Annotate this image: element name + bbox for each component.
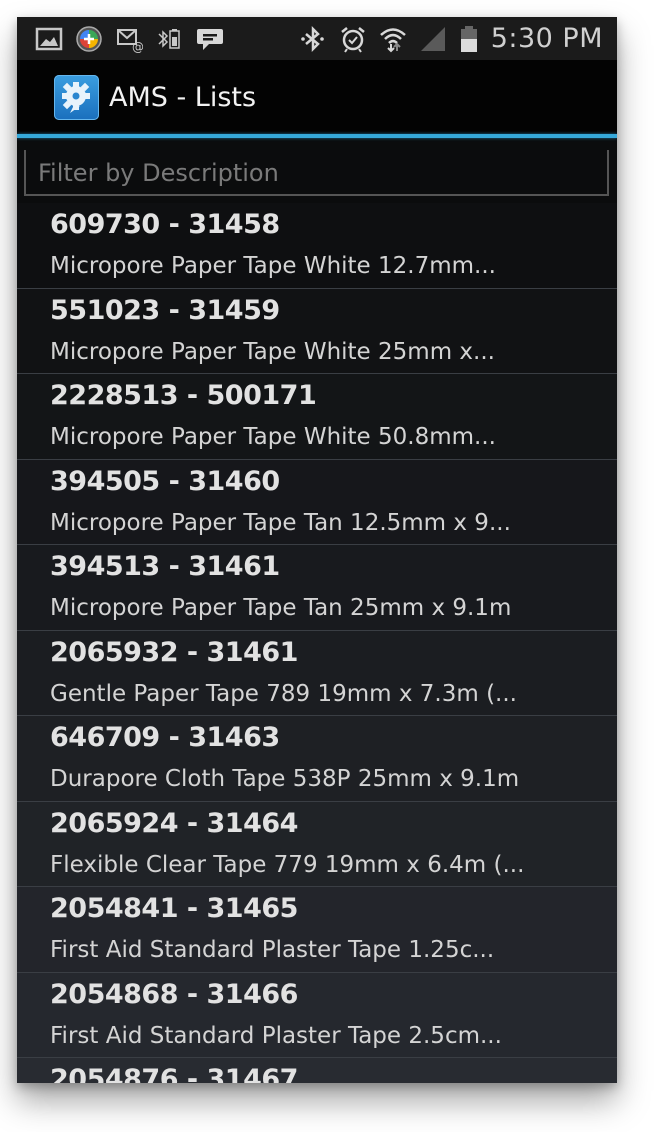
list-item[interactable]: 2054876 - 31467 bbox=[17, 1058, 617, 1083]
action-bar-divider bbox=[17, 134, 617, 138]
item-code: 2228513 - 500171 bbox=[50, 380, 317, 411]
item-code: 609730 - 31458 bbox=[50, 209, 280, 240]
list-item[interactable]: 2228513 - 500171 Micropore Paper Tape Whi… bbox=[17, 374, 617, 460]
item-description: Micropore Paper Tape White 12.7mm... bbox=[50, 253, 496, 279]
item-code: 646709 - 31463 bbox=[50, 722, 280, 753]
list-item[interactable]: 646709 - 31463 Durapore Cloth Tape 538P 2… bbox=[17, 716, 617, 802]
google-plus-icon bbox=[75, 25, 103, 53]
item-code: 2054868 - 31466 bbox=[50, 978, 298, 1010]
action-bar: AMS - Lists bbox=[17, 60, 617, 134]
item-code: 2054841 - 31465 bbox=[50, 893, 298, 924]
filter-field[interactable] bbox=[24, 150, 609, 196]
svg-text:@: @ bbox=[132, 40, 143, 53]
gallery-icon bbox=[35, 25, 63, 53]
list-item[interactable]: 551023 - 31459 Micropore Paper Tape White… bbox=[17, 288, 617, 374]
email-icon: @ bbox=[115, 25, 144, 54]
item-code: 394513 - 31461 bbox=[50, 551, 280, 582]
item-description: Gentle Paper Tape 789 19mm x 7.3m (... bbox=[50, 680, 517, 707]
item-code: 2054876 - 31467 bbox=[50, 1064, 298, 1083]
message-icon bbox=[195, 25, 223, 53]
filter-input[interactable] bbox=[26, 150, 607, 194]
list-item[interactable]: 2065924 - 31464 Flexible Clear Tape 779 1… bbox=[17, 801, 617, 887]
item-description: Flexible Clear Tape 779 19mm x 6.4m (... bbox=[50, 851, 525, 878]
bluetooth-battery-icon bbox=[155, 25, 183, 53]
list-item[interactable]: 2065932 - 31461 Gentle Paper Tape 789 19m… bbox=[17, 630, 617, 716]
wifi-icon bbox=[379, 25, 407, 53]
phone-screen: @ 5:30 PM AMS - Lists Filter by Descript… bbox=[17, 17, 617, 1083]
item-description: Micropore Paper Tape White 25mm x... bbox=[50, 338, 495, 365]
bluetooth-icon bbox=[299, 25, 327, 53]
alarm-icon bbox=[339, 25, 367, 53]
list-item[interactable]: 2054841 - 31465 First Aid Standard Plaste… bbox=[17, 887, 617, 973]
app-gear-icon[interactable] bbox=[54, 74, 99, 120]
list-item[interactable]: 609730 - 31458 Micropore Paper Tape White… bbox=[17, 203, 617, 289]
item-description: Micropore Paper Tape Tan 12.5mm x 9... bbox=[50, 509, 511, 536]
item-code: 2065932 - 31461 bbox=[50, 636, 298, 668]
signal-icon bbox=[419, 25, 447, 53]
battery-icon bbox=[459, 25, 479, 53]
item-description: Micropore Paper Tape White 50.8mm... bbox=[50, 424, 496, 450]
page-title: AMS - Lists bbox=[109, 81, 257, 113]
item-code: 551023 - 31459 bbox=[50, 294, 280, 326]
list-item[interactable]: 2054868 - 31466 First Aid Standard Plaste… bbox=[17, 972, 617, 1058]
list-item[interactable]: 394505 - 31460 Micropore Paper Tape Tan 1… bbox=[17, 459, 617, 545]
item-code: 2065924 - 31464 bbox=[50, 807, 298, 839]
item-description: First Aid Standard Plaster Tape 2.5cm... bbox=[50, 1022, 502, 1049]
status-bar: @ 5:30 PM bbox=[17, 17, 617, 60]
item-description: First Aid Standard Plaster Tape 1.25c... bbox=[50, 937, 495, 963]
list-item[interactable]: 394513 - 31461 Micropore Paper Tape Tan 2… bbox=[17, 545, 617, 631]
clock: 5:30 PM bbox=[490, 23, 603, 54]
item-description: Micropore Paper Tape Tan 25mm x 9.1m bbox=[50, 595, 512, 621]
item-description: Durapore Cloth Tape 538P 25mm x 9.1m bbox=[50, 766, 520, 792]
item-list[interactable]: 609730 - 31458 Micropore Paper Tape White… bbox=[17, 203, 617, 1083]
item-code: 394505 - 31460 bbox=[50, 465, 280, 497]
